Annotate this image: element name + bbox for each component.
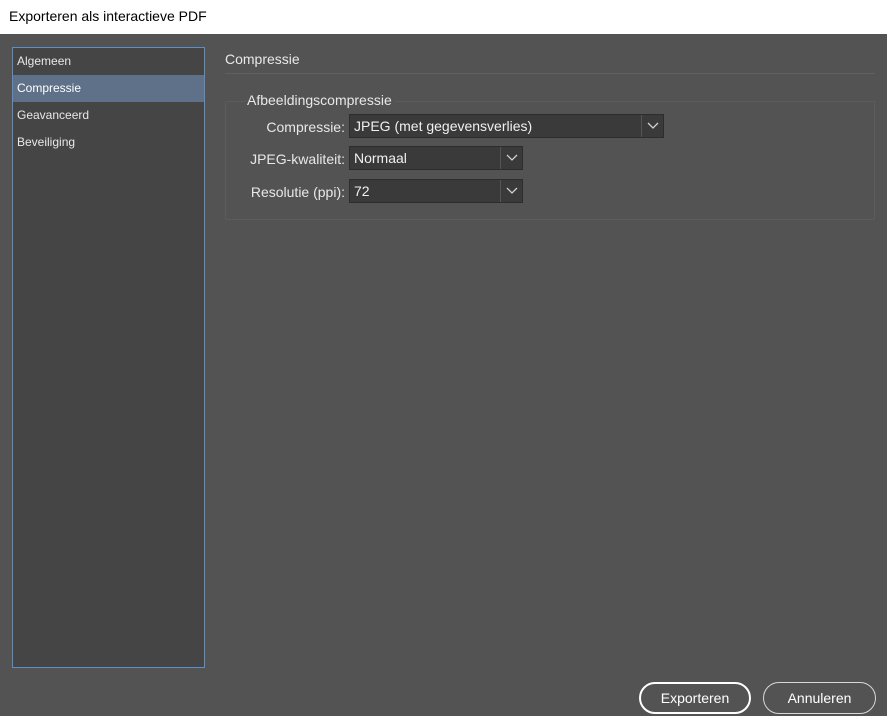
compression-select[interactable]: JPEG (met gegevensverlies) <box>349 114 664 138</box>
window-title: Exporteren als interactieve PDF <box>9 8 207 24</box>
sidebar-item-compressie[interactable]: Compressie <box>13 75 204 102</box>
resolution-select[interactable]: 72 <box>349 179 523 203</box>
title-bar: Exporteren als interactieve PDF <box>0 0 887 34</box>
chevron-down-icon[interactable] <box>500 147 522 169</box>
image-compression-group-title: Afbeeldingscompressie <box>246 92 395 108</box>
cancel-button[interactable]: Annuleren <box>763 682 876 714</box>
sidebar-item-beveiliging[interactable]: Beveiliging <box>13 129 204 156</box>
export-interactive-pdf-dialog: Exporteren als interactieve PDF Algemeen… <box>0 0 887 716</box>
compression-label: Compressie: <box>266 119 345 135</box>
jpeg-quality-select[interactable]: Normaal <box>349 146 523 170</box>
resolution-label: Resolutie (ppi): <box>250 184 345 200</box>
resolution-value: 72 <box>354 183 370 199</box>
category-sidebar: Algemeen Compressie Geavanceerd Beveilig… <box>12 47 205 668</box>
sidebar-item-algemeen[interactable]: Algemeen <box>13 48 204 75</box>
section-divider <box>225 73 875 74</box>
jpeg-quality-value: Normaal <box>354 150 407 166</box>
section-title: Compressie <box>225 51 300 67</box>
sidebar-item-geavanceerd[interactable]: Geavanceerd <box>13 102 204 129</box>
jpeg-quality-label: JPEG-kwaliteit: <box>250 151 345 167</box>
export-button[interactable]: Exporteren <box>639 682 751 714</box>
compression-value: JPEG (met gegevensverlies) <box>354 118 533 134</box>
chevron-down-icon[interactable] <box>641 115 663 137</box>
chevron-down-icon[interactable] <box>500 180 522 202</box>
